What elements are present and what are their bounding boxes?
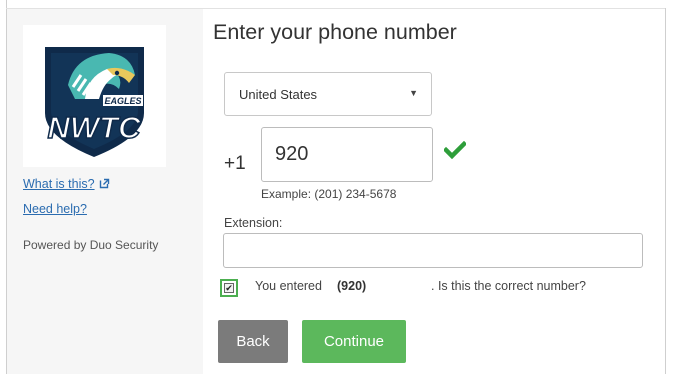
extension-label: Extension: bbox=[224, 216, 283, 230]
main-panel: Enter your phone number United States ▼ … bbox=[203, 9, 665, 374]
continue-button[interactable]: Continue bbox=[302, 320, 406, 363]
logo-wordmark-large: NWTC bbox=[48, 110, 142, 145]
confirm-question-text: . Is this the correct number? bbox=[431, 279, 586, 293]
powered-by-text: Powered by Duo Security bbox=[23, 238, 159, 252]
checkmark-icon bbox=[442, 140, 468, 164]
extension-input[interactable] bbox=[223, 233, 643, 268]
what-is-this-label: What is this? bbox=[23, 177, 95, 191]
page-title: Enter your phone number bbox=[213, 20, 457, 44]
country-select-value: United States bbox=[239, 87, 318, 102]
country-code-prefix: +1 bbox=[224, 153, 246, 174]
confirm-entered-number: (920) bbox=[337, 279, 367, 293]
confirm-number-checkbox[interactable]: ✔ bbox=[220, 279, 238, 297]
logo-wordmark-small: EAGLES bbox=[104, 96, 141, 106]
eagle-logo-icon: EAGLES NWTC bbox=[45, 47, 144, 157]
sidebar: EAGLES NWTC What is this? Need help? Pow… bbox=[7, 9, 203, 374]
checkbox-check-icon: ✔ bbox=[224, 283, 234, 293]
phone-example-text: Example: (201) 234-5678 bbox=[261, 187, 397, 201]
frame-border-right bbox=[665, 8, 666, 374]
what-is-this-link[interactable]: What is this? bbox=[23, 177, 110, 192]
phone-number-input[interactable] bbox=[261, 127, 433, 182]
dropdown-arrow-icon: ▼ bbox=[409, 88, 418, 98]
external-link-icon bbox=[99, 178, 110, 192]
confirm-text-prefix: You entered bbox=[255, 279, 322, 293]
country-select[interactable]: United States ▼ bbox=[224, 72, 432, 116]
need-help-link[interactable]: Need help? bbox=[23, 202, 87, 216]
logo: EAGLES NWTC bbox=[23, 25, 166, 167]
back-button[interactable]: Back bbox=[218, 320, 288, 363]
